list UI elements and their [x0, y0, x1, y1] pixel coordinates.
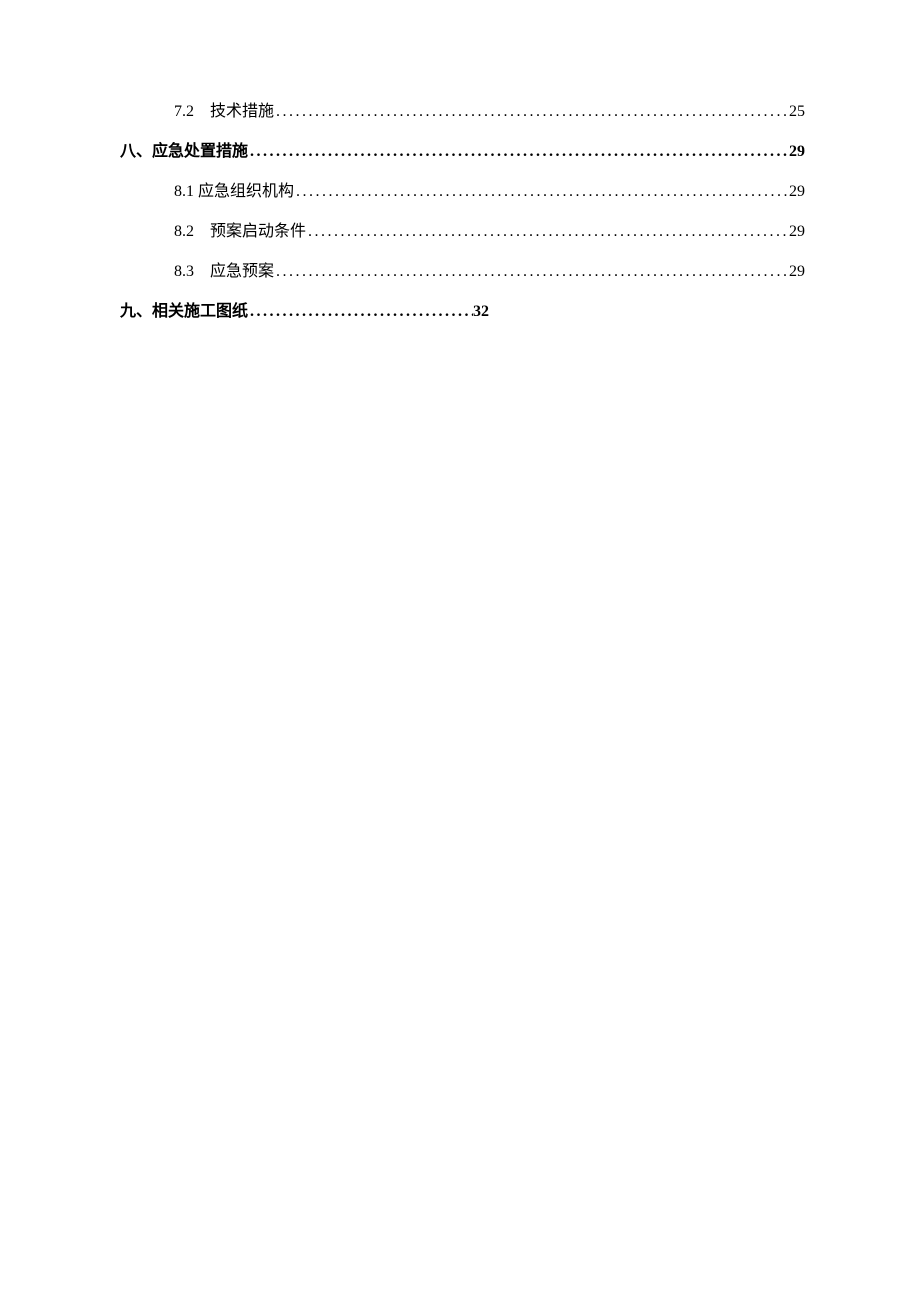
toc-page-number: 29 — [789, 140, 805, 164]
toc-entry: 8.1 应急组织机构 29 — [174, 180, 805, 204]
toc-container: 7.2 技术措施 25 八、应急处置措施 29 8.1 应急组织机构 29 8.… — [120, 100, 805, 324]
toc-leader-dots — [306, 220, 789, 244]
toc-leader-dots — [274, 100, 789, 124]
toc-page-number: 29 — [789, 220, 805, 244]
toc-leader-dots — [294, 180, 789, 204]
toc-entry: 7.2 技术措施 25 — [174, 100, 805, 124]
toc-label: 8.1 应急组织机构 — [174, 180, 294, 204]
toc-entry: 8.2 预案启动条件 29 — [174, 220, 805, 244]
toc-page-number: 29 — [789, 260, 805, 284]
toc-label: 九、相关施工图纸 — [120, 300, 248, 324]
toc-label: 八、应急处置措施 — [120, 140, 248, 164]
toc-label: 8.3 应急预案 — [174, 260, 274, 284]
toc-leader-dots — [248, 140, 789, 164]
toc-leader-dots — [274, 260, 789, 284]
toc-leader-dots — [248, 300, 473, 324]
toc-label: 7.2 技术措施 — [174, 100, 274, 124]
toc-page-number: 25 — [789, 100, 805, 124]
toc-label: 8.2 预案启动条件 — [174, 220, 306, 244]
toc-entry: 8.3 应急预案 29 — [174, 260, 805, 284]
toc-entry: 八、应急处置措施 29 — [120, 140, 805, 164]
toc-page-number: 29 — [789, 180, 805, 204]
toc-page-number: 32 — [473, 300, 489, 324]
toc-entry: 九、相关施工图纸 32 — [120, 300, 805, 324]
